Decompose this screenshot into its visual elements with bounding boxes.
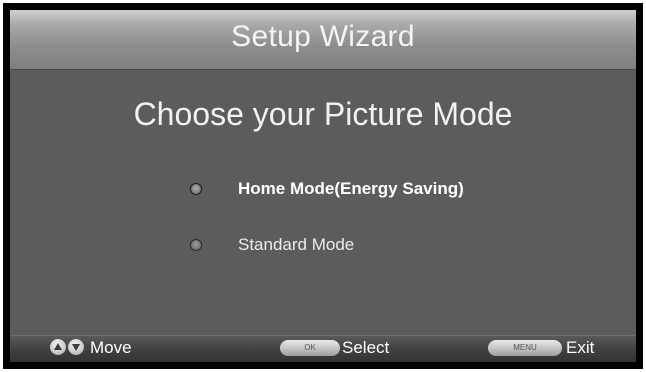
header-bar: Setup Wizard [10,10,636,70]
select-label: Select [342,338,390,357]
option-standard-mode[interactable]: Standard Mode [180,234,560,258]
option-home-mode[interactable]: Home Mode(Energy Saving) [180,178,560,202]
footer-bar: Move OK Select MENU Exit [10,335,636,362]
exit-label: Exit [566,338,595,357]
tv-frame: Setup Wizard Choose your Picture Mode Ho… [3,3,643,369]
picture-mode-heading: Choose your Picture Mode [133,96,513,132]
radio-button-icon[interactable] [190,183,202,195]
option-label: Standard Mode [238,235,355,254]
setup-wizard-screen: Setup Wizard Choose your Picture Mode Ho… [10,10,636,362]
menu-key-icon: MENU [488,340,562,356]
arrow-down-icon [68,339,84,355]
move-label: Move [90,338,132,357]
ok-key-icon: OK [280,340,340,356]
arrow-up-icon [50,339,66,355]
radio-button-icon[interactable] [190,239,202,251]
option-label: Home Mode(Energy Saving) [238,179,464,198]
page-title: Setup Wizard [231,20,415,53]
